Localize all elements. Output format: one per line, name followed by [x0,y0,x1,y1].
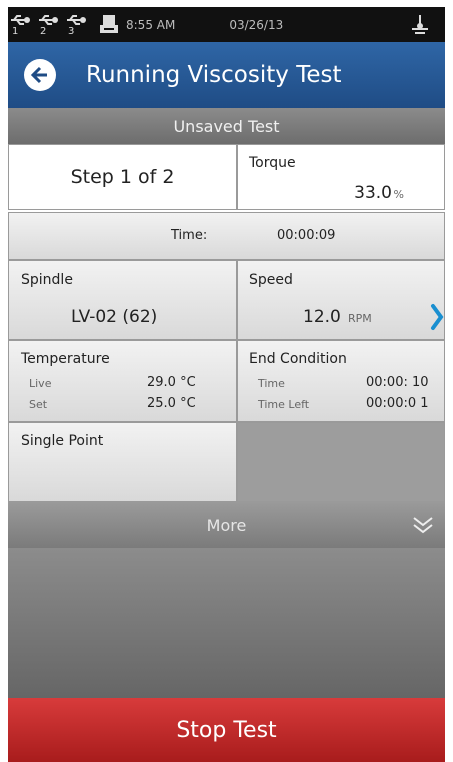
status-bar: 1 2 3 8:55 AM 03/26/13 [8,7,445,42]
usb-icon: 2 [38,12,64,38]
speed-value: 12.0 [303,307,341,327]
time-left-label: Time Left [258,398,310,411]
spindle-value: LV-02 (62) [71,307,158,327]
torque-readout: Torque 33.0 % [237,144,445,210]
set-temp-value: 25.0 °C [147,396,196,411]
stop-test-label: Stop Test [176,717,277,743]
empty-panel [237,422,445,502]
torque-value: 33.0 [354,183,392,203]
connection-icon [409,13,431,37]
speed-panel[interactable]: Speed 12.0 RPM [237,260,445,340]
device-screen: 1 2 3 8:55 AM 03/26/13 Running Viscosity… [0,0,453,762]
single-point-label: Single Point [21,433,104,449]
test-name-bar: Unsaved Test [8,108,445,144]
step-text: Step 1 of 2 [70,166,175,188]
set-temp-label: Set [29,398,48,411]
stop-test-button[interactable]: Stop Test [8,698,445,762]
printer-icon [98,13,120,37]
live-temp-value: 29.0 °C [147,375,196,390]
time-value: 00:00:09 [277,228,336,243]
temperature-panel: Temperature Live 29.0 °C Set 25.0 °C [8,340,237,422]
test-name: Unsaved Test [173,116,280,136]
temperature-label: Temperature [21,351,110,367]
spindle-panel[interactable]: Spindle LV-02 (62) [8,260,237,340]
end-time-label: Time [258,377,285,390]
more-button[interactable]: More [8,502,445,548]
step-indicator: Step 1 of 2 [8,144,237,210]
double-chevron-down-icon [413,517,433,534]
back-button[interactable] [24,59,56,91]
more-label: More [206,515,247,535]
torque-unit: % [393,188,404,201]
live-temp-label: Live [29,377,52,390]
usb-icon: 3 [66,12,92,38]
content-area [8,548,445,698]
speed-unit: RPM [348,312,372,325]
speed-label: Speed [249,272,293,288]
end-condition-panel: End Condition Time 00:00: 10 Time Left 0… [237,340,445,422]
back-arrow-icon [30,66,47,84]
end-time-value: 00:00: 10 [366,375,429,390]
status-date: 03/26/13 [229,17,284,32]
status-time: 8:55 AM [126,17,176,32]
time-label: Time: [171,228,208,243]
elapsed-time: Time: 00:00:09 [8,212,445,260]
page-title: Running Viscosity Test [86,62,342,88]
usb-port-3: 3 [68,25,75,37]
usb-port-2: 2 [40,25,47,37]
usb-icon: 1 [10,12,36,38]
app-header: Running Viscosity Test [8,42,445,108]
torque-label: Torque [249,155,296,171]
end-condition-label: End Condition [249,351,347,367]
single-point-panel: Single Point [8,422,237,502]
usb-port-1: 1 [12,25,19,37]
spindle-label: Spindle [21,272,73,288]
chevron-right-icon[interactable] [430,303,444,331]
time-left-value: 00:00:0 1 [366,396,429,411]
